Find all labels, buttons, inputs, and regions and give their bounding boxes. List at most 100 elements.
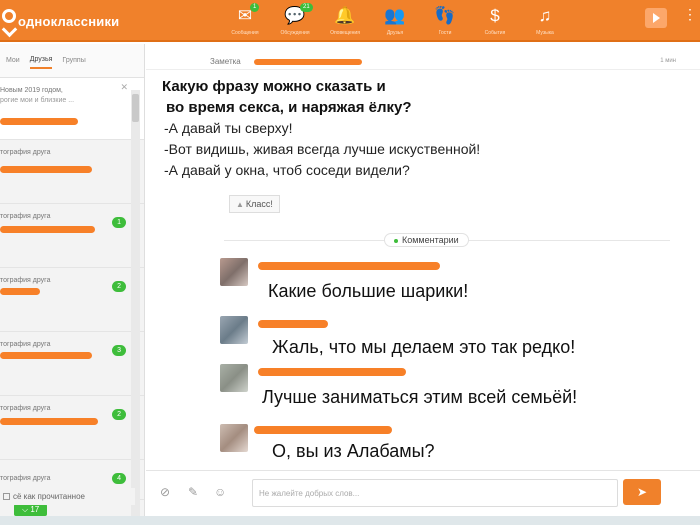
list-item[interactable]: тография друга bbox=[0, 140, 144, 204]
unread-badge: 4 bbox=[112, 473, 126, 484]
comment-text: Лучше заниматься этим всей семьёй! bbox=[262, 387, 578, 407]
redaction-smear bbox=[254, 59, 362, 65]
messages-sidebar: Мои Друзья Группы Новым 2019 годом, роги… bbox=[0, 44, 145, 525]
ok-logo-icon bbox=[0, 6, 16, 36]
list-item[interactable]: Новым 2019 годом, рогие мои и близкие ..… bbox=[0, 78, 144, 140]
people-icon: 👥 bbox=[384, 6, 406, 25]
comments-header: Комментарии bbox=[384, 233, 469, 247]
nav-events[interactable]: $ События bbox=[470, 0, 520, 42]
bell-icon: 🔔 bbox=[334, 6, 356, 25]
list-item-title: тография друга bbox=[0, 341, 51, 348]
comment-composer: ⊘ ✎ ☺ Не жалейте добрых слов... ➤ bbox=[146, 470, 700, 516]
list-item-title: тография друга bbox=[0, 475, 51, 482]
post-text-line: -А давай у окна, чтоб соседи видели? bbox=[164, 162, 410, 178]
chevron-down-icon: ⌵ bbox=[22, 505, 29, 514]
smiley-icon[interactable]: ☺ bbox=[214, 485, 226, 499]
checkbox-icon bbox=[3, 493, 10, 501]
note-post: Какую фразу можно сказать и во время сек… bbox=[162, 76, 682, 181]
redaction-smear bbox=[258, 262, 440, 270]
comment: Лучше заниматься этим всей семьёй! bbox=[220, 364, 680, 420]
nav-friends[interactable]: 👥 Друзья bbox=[370, 0, 420, 42]
send-icon: ➤ bbox=[636, 485, 648, 499]
avatar[interactable] bbox=[220, 364, 248, 392]
comment: Какие большие шарики! bbox=[220, 258, 680, 314]
comment-input[interactable]: Не жалейте добрых слов... bbox=[252, 479, 618, 507]
list-item[interactable]: тография друга 2 bbox=[0, 396, 144, 460]
klass-label: Класс! bbox=[245, 199, 273, 209]
video-play-icon[interactable] bbox=[645, 8, 667, 28]
top-bar: одноклассники ✉ 1 Сообщения 💬 21 Обсужде… bbox=[0, 0, 700, 42]
nav-label: Музыка bbox=[536, 30, 554, 36]
send-button[interactable]: ➤ bbox=[623, 479, 661, 505]
redaction-smear bbox=[0, 352, 92, 359]
logo-text: одноклассники bbox=[18, 13, 120, 29]
notification-list: Новым 2019 годом, рогие мои и близкие ..… bbox=[0, 78, 144, 500]
tab-groups[interactable]: Группы bbox=[62, 53, 85, 68]
nav-guests[interactable]: 👣 Гости bbox=[420, 0, 470, 42]
sidebar-scrollbar[interactable] bbox=[131, 90, 140, 520]
klass-button[interactable]: ▲ Класс! bbox=[229, 195, 280, 213]
tab-mine[interactable]: Мои bbox=[6, 53, 20, 68]
post-text-line: -А давай ты сверху! bbox=[164, 120, 293, 136]
avatar[interactable] bbox=[220, 316, 248, 344]
avatar[interactable] bbox=[220, 258, 248, 286]
post-text-line: -Вот видишь, живая всегда лучше искустве… bbox=[164, 141, 481, 157]
nav-label: Обсуждения bbox=[280, 30, 310, 36]
nav-badge: 21 bbox=[300, 3, 313, 12]
nav-label: Гости bbox=[438, 30, 452, 36]
comment-text: Какие большие шарики! bbox=[268, 281, 469, 301]
nav-music[interactable]: ♫ Музыка bbox=[520, 0, 570, 42]
list-item-title: тография друга bbox=[0, 277, 51, 284]
mark-all-read-label: сё как прочитанное bbox=[13, 492, 85, 501]
avatar[interactable] bbox=[220, 424, 248, 452]
unread-badge: 2 bbox=[112, 281, 126, 292]
pencil-icon[interactable]: ✎ bbox=[188, 485, 198, 499]
list-item[interactable]: тография друга 2 bbox=[0, 268, 144, 332]
tab-friends[interactable]: Друзья bbox=[29, 52, 53, 69]
close-icon[interactable]: ✕ bbox=[120, 82, 128, 93]
more-icon[interactable]: ⋮ bbox=[683, 6, 697, 23]
music-note-icon: ♫ bbox=[538, 6, 552, 25]
comment-text: О, вы из Алабамы? bbox=[272, 441, 435, 461]
bottom-strip bbox=[0, 516, 700, 525]
note-time: 1 мин bbox=[660, 58, 676, 64]
top-nav: ✉ 1 Сообщения 💬 21 Обсуждения 🔔 Оповещен… bbox=[220, 0, 570, 42]
attach-icon[interactable]: ⊘ bbox=[160, 485, 170, 499]
nav-messages[interactable]: ✉ 1 Сообщения bbox=[220, 0, 270, 42]
list-item-subtitle: рогие мои и близкие ... bbox=[0, 97, 75, 104]
thumbs-up-icon: ▲ bbox=[236, 200, 244, 209]
redaction-smear bbox=[258, 368, 406, 376]
envelope-icon: ✉ bbox=[237, 6, 253, 25]
nav-label: События bbox=[484, 30, 506, 36]
post-title-line: Какую фразу можно сказать и bbox=[162, 78, 386, 95]
redaction-smear bbox=[258, 320, 328, 328]
note-header: Заметка 1 мин bbox=[146, 50, 700, 70]
redaction-smear bbox=[0, 118, 78, 125]
nav-label: Оповещения bbox=[330, 30, 360, 36]
redaction-smear bbox=[254, 426, 392, 434]
post-title-line: во время секса, и наряжая ёлку? bbox=[166, 99, 412, 116]
nav-discussions[interactable]: 💬 21 Обсуждения bbox=[270, 0, 320, 42]
redaction-smear bbox=[0, 226, 95, 233]
nav-notifications[interactable]: 🔔 Оповещения bbox=[320, 0, 370, 42]
comment-text: Жаль, что мы делаем это так редко! bbox=[272, 337, 576, 357]
redaction-smear bbox=[0, 418, 98, 425]
unread-badge: 2 bbox=[112, 409, 126, 420]
redaction-smear bbox=[0, 288, 40, 295]
dot-icon bbox=[394, 238, 398, 243]
list-item[interactable]: тография друга 3 bbox=[0, 332, 144, 396]
comments-label: Комментарии bbox=[402, 235, 459, 245]
note-label: Заметка bbox=[210, 57, 241, 66]
list-item[interactable]: тография друга 1 bbox=[0, 204, 144, 268]
list-item-title: тография друга bbox=[0, 149, 51, 156]
unread-counter-button[interactable]: ⌵ 17 bbox=[14, 504, 48, 516]
unread-badge: 3 bbox=[112, 345, 126, 356]
scrollbar-thumb[interactable] bbox=[132, 94, 139, 122]
events-icon: $ bbox=[490, 6, 500, 25]
logo[interactable]: одноклассники bbox=[0, 6, 119, 36]
nav-label: Друзья bbox=[386, 30, 404, 36]
sidebar-tabs: Мои Друзья Группы bbox=[0, 44, 144, 78]
mark-all-read[interactable]: сё как прочитанное bbox=[0, 488, 135, 505]
unread-badge: 1 bbox=[112, 217, 126, 228]
list-item-title: Новым 2019 годом, bbox=[0, 87, 63, 94]
